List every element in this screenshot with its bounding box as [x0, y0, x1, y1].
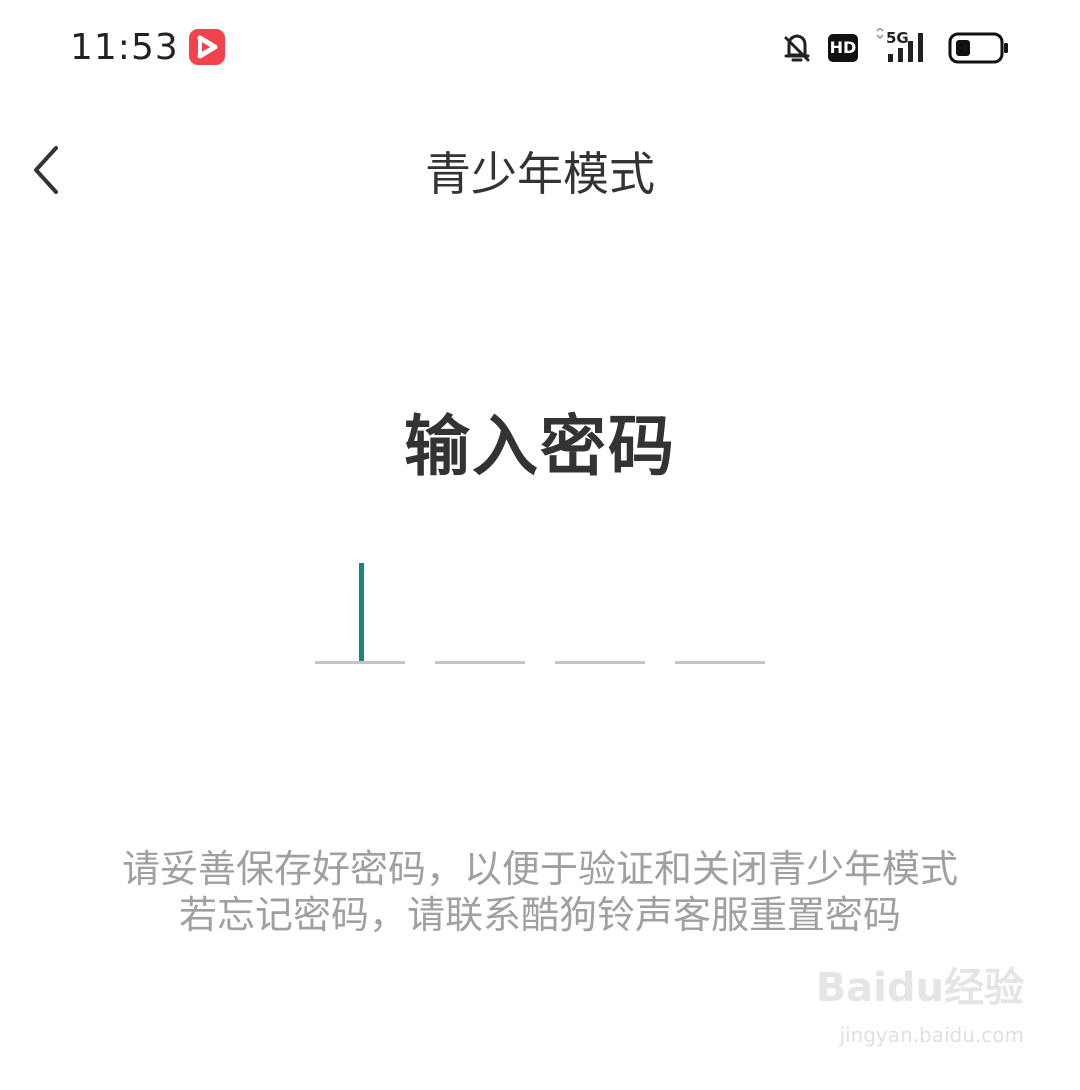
password-heading: 输入密码 [404, 408, 676, 485]
hd-icon: HD [828, 34, 858, 62]
status-time: 11:53 [70, 27, 179, 68]
status-icons: HD 5G [782, 28, 1012, 68]
pin-underline [675, 661, 765, 664]
pin-underline [435, 661, 525, 664]
watermark-url: jingyan.baidu.com [839, 1023, 1024, 1047]
hint-line-save: 请妥善保存好密码，以便于验证和关闭青少年模式 [121, 847, 958, 891]
pin-underline [555, 661, 645, 664]
screen: 11:53 HD 5G 青少年模式 输入密码 请妥善保存好密码，以便于验证和关闭… [0, 0, 1080, 1090]
pin-digit-4[interactable] [675, 560, 765, 664]
status-bar: 11:53 HD 5G [0, 0, 1080, 96]
battery-icon [948, 32, 1008, 64]
hint-line-reset: 若忘记密码，请联系酷狗铃声客服重置密码 [178, 893, 901, 937]
app-badge-icon [189, 29, 225, 65]
hd-label: HD [829, 38, 857, 57]
watermark: Baidu经验 jingyan.baidu.com [804, 958, 1024, 1068]
pin-input[interactable] [315, 560, 765, 670]
text-cursor [359, 563, 364, 662]
pin-digit-1[interactable] [315, 560, 405, 664]
signal-5g-icon: 5G [874, 28, 934, 68]
pin-digit-3[interactable] [555, 560, 645, 664]
pin-underline [315, 661, 405, 664]
pin-digit-2[interactable] [435, 560, 525, 664]
bell-off-icon [784, 34, 810, 62]
page-title: 青少年模式 [425, 147, 655, 201]
nav-bar: 青少年模式 [0, 120, 1080, 230]
hint-text: 请妥善保存好密码，以便于验证和关闭青少年模式 若忘记密码，请联系酷狗铃声客服重置… [90, 846, 990, 938]
watermark-brand: Baidu经验 [815, 965, 1024, 1011]
